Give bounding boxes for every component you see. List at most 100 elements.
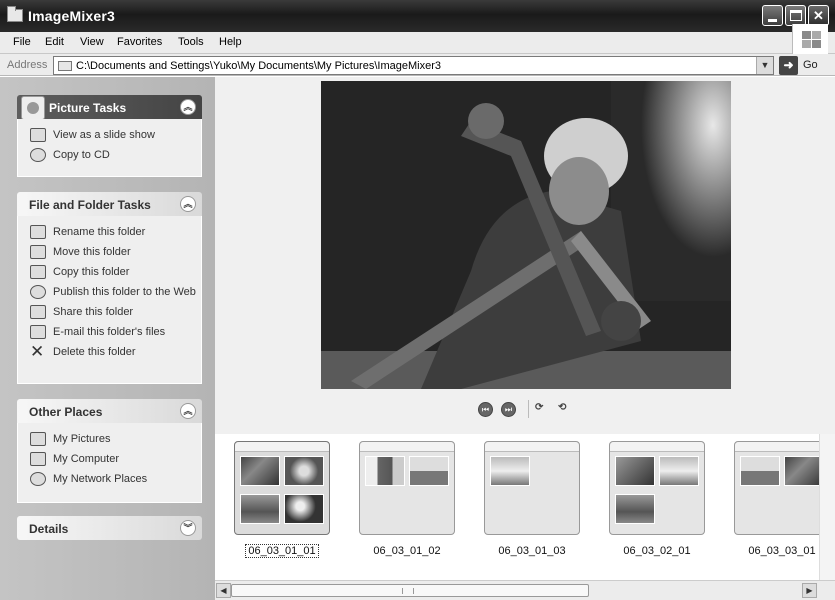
thumbnail-label[interactable]: 06_03_01_02 — [347, 545, 467, 557]
details-header[interactable]: Details ︾ — [17, 516, 202, 540]
task-email-files[interactable]: E-mail this folder's files — [18, 322, 201, 342]
menu-bar: File Edit View Favorites Tools Help — [0, 32, 835, 54]
globe-icon — [30, 285, 46, 299]
cd-icon — [30, 148, 46, 162]
address-dropdown-button[interactable]: ▼ — [756, 57, 773, 74]
place-my-computer[interactable]: My Computer — [18, 449, 201, 469]
menu-file[interactable]: File — [13, 36, 31, 48]
address-label: Address — [7, 59, 48, 71]
thumbnail-item[interactable] — [734, 441, 830, 535]
task-move-folder[interactable]: Move this folder — [18, 242, 201, 262]
details-panel: Details ︾ — [17, 516, 202, 540]
file-folder-tasks-panel: File and Folder Tasks ︽ Rename this fold… — [17, 192, 202, 384]
file-folder-tasks-header[interactable]: File and Folder Tasks ︽ — [17, 192, 202, 216]
computer-icon — [30, 452, 46, 466]
picture-tasks-panel: Picture Tasks ︽ View as a slide show Cop… — [17, 95, 202, 177]
picture-tasks-icon — [21, 96, 45, 120]
address-path: C:\Documents and Settings\Yuko\My Docume… — [76, 60, 441, 72]
content-pane: ⏮ ⏭ ⟳ ⟲ 06_03_01_01 06_03_01_02 06_03_01… — [215, 77, 835, 600]
rename-icon — [30, 225, 46, 239]
task-view-slideshow[interactable]: View as a slide show — [18, 125, 201, 145]
place-my-pictures[interactable]: My Pictures — [18, 429, 201, 449]
share-icon — [30, 305, 46, 319]
other-places-body: My Pictures My Computer My Network Place… — [17, 423, 202, 503]
folder-thumbnail-icon — [734, 441, 830, 535]
folder-thumbnail-icon — [609, 441, 705, 535]
maximize-icon — [790, 10, 802, 21]
rotate-clockwise-button[interactable]: ⟳ — [535, 402, 551, 414]
folder-thumbnail-icon — [359, 441, 455, 535]
thumbnail-item[interactable] — [234, 441, 330, 535]
thumbnail-strip: 06_03_01_01 06_03_01_02 06_03_01_03 06_0… — [215, 434, 830, 580]
folder-icon — [58, 61, 72, 71]
task-rename-folder[interactable]: Rename this folder — [18, 222, 201, 242]
menu-view[interactable]: View — [80, 36, 104, 48]
collapse-icon[interactable]: ︽ — [180, 196, 196, 212]
preview-area: ⏮ ⏭ ⟳ ⟲ — [215, 77, 835, 434]
next-icon: ⏭ — [504, 405, 513, 414]
thumbnail-item[interactable] — [359, 441, 455, 535]
menu-help[interactable]: Help — [219, 36, 242, 48]
vertical-scrollbar[interactable] — [819, 434, 835, 580]
thumbnail-label[interactable]: 06_03_01_01 — [222, 544, 342, 558]
folder-icon — [7, 6, 23, 22]
thumbnail-label[interactable]: 06_03_02_01 — [597, 545, 717, 557]
scrollbar-thumb[interactable] — [231, 584, 589, 597]
other-places-panel: Other Places ︽ My Pictures My Computer M… — [17, 399, 202, 503]
thumbnail-label[interactable]: 06_03_01_03 — [472, 545, 592, 557]
rotate-counterclockwise-button[interactable]: ⟲ — [558, 402, 574, 414]
menu-edit[interactable]: Edit — [45, 36, 64, 48]
close-icon: ✕ — [813, 8, 824, 23]
pictures-folder-icon — [30, 432, 46, 446]
window-title: ImageMixer3 — [28, 8, 116, 24]
menu-favorites[interactable]: Favorites — [117, 36, 162, 48]
preview-image — [321, 81, 731, 389]
maximize-button[interactable] — [785, 5, 806, 26]
place-my-network[interactable]: My Network Places — [18, 469, 201, 489]
toolbar-divider — [528, 400, 529, 418]
close-button[interactable]: ✕ — [808, 5, 829, 26]
address-bar: Address C:\Documents and Settings\Yuko\M… — [0, 54, 835, 76]
thumbnail-item[interactable] — [609, 441, 705, 535]
file-folder-tasks-title: File and Folder Tasks — [29, 198, 151, 212]
rotate-clockwise-icon: ⟳ — [535, 402, 544, 413]
minimize-icon — [768, 19, 777, 22]
move-icon — [30, 245, 46, 259]
go-label: Go — [803, 59, 818, 71]
email-icon — [30, 325, 46, 339]
scroll-right-button[interactable]: ▶ — [802, 583, 817, 598]
task-publish-web[interactable]: Publish this folder to the Web — [18, 282, 201, 302]
go-arrow-icon: ➜ — [779, 56, 798, 75]
picture-tasks-header[interactable]: Picture Tasks ︽ — [17, 95, 202, 120]
next-image-button[interactable]: ⏭ — [501, 402, 516, 417]
task-pane: Picture Tasks ︽ View as a slide show Cop… — [0, 77, 215, 600]
slideshow-icon — [30, 128, 46, 142]
thumbnail-item[interactable] — [484, 441, 580, 535]
title-bar[interactable]: ImageMixer3 ✕ — [0, 0, 835, 32]
file-folder-tasks-body: Rename this folder Move this folder Copy… — [17, 216, 202, 384]
minimize-button[interactable] — [762, 5, 783, 26]
other-places-header[interactable]: Other Places ︽ — [17, 399, 202, 423]
copy-icon — [30, 265, 46, 279]
expand-icon[interactable]: ︾ — [180, 520, 196, 536]
task-delete-folder[interactable]: ✕ Delete this folder — [18, 342, 201, 362]
collapse-icon[interactable]: ︽ — [180, 403, 196, 419]
picture-tasks-title: Picture Tasks — [49, 101, 127, 115]
delete-icon: ✕ — [30, 342, 45, 361]
menu-tools[interactable]: Tools — [178, 36, 204, 48]
network-icon — [30, 472, 46, 486]
go-button[interactable]: ➜ Go — [779, 56, 831, 75]
picture-tasks-body: View as a slide show Copy to CD — [17, 119, 202, 177]
windows-logo-icon — [792, 24, 828, 54]
other-places-title: Other Places — [29, 405, 103, 419]
address-input[interactable]: C:\Documents and Settings\Yuko\My Docume… — [53, 56, 774, 75]
scroll-left-button[interactable]: ◀ — [216, 583, 231, 598]
collapse-icon[interactable]: ︽ — [180, 99, 196, 115]
previous-image-button[interactable]: ⏮ — [478, 402, 493, 417]
task-copy-to-cd[interactable]: Copy to CD — [18, 145, 201, 165]
horizontal-scrollbar[interactable]: ◀ ▶ — [215, 580, 835, 600]
task-copy-folder[interactable]: Copy this folder — [18, 262, 201, 282]
task-share-folder[interactable]: Share this folder — [18, 302, 201, 322]
details-title: Details — [29, 522, 69, 536]
folder-thumbnail-icon — [234, 441, 330, 535]
